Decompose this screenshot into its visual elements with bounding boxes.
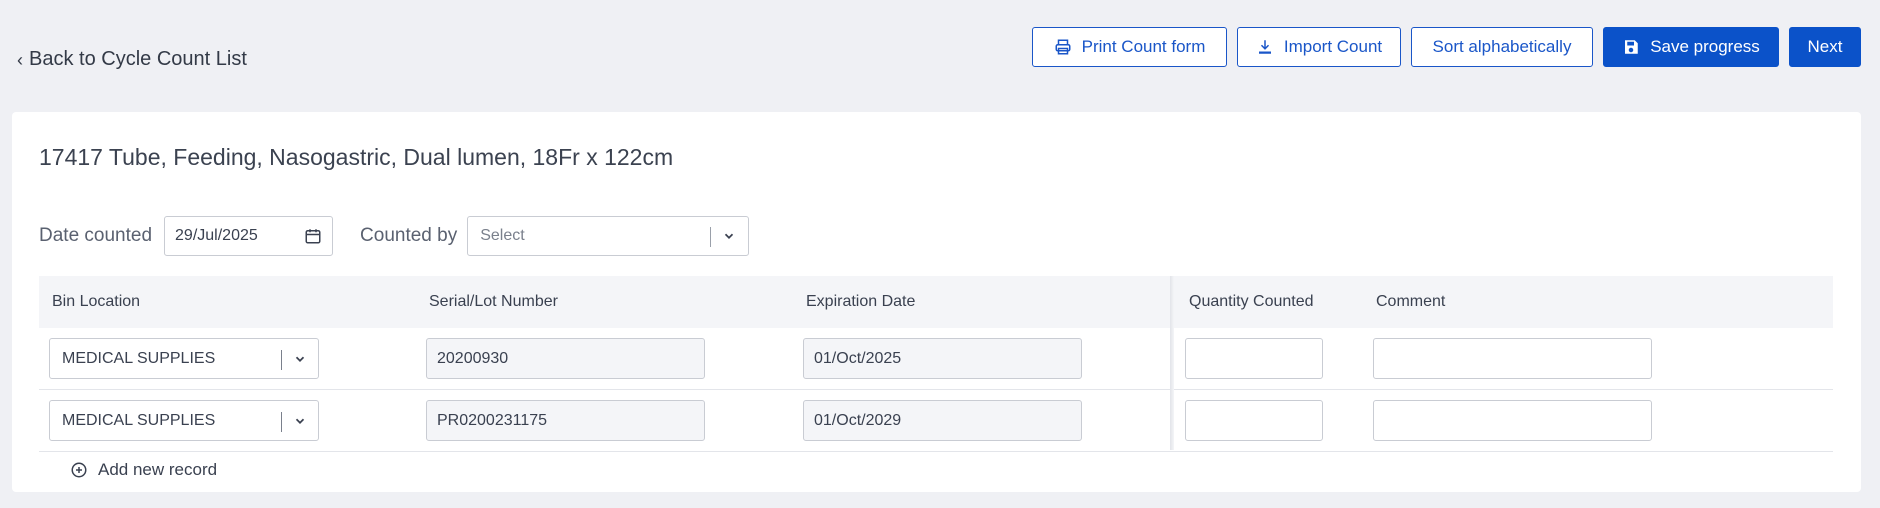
chevron-down-icon[interactable] (293, 414, 307, 428)
plus-circle-icon (71, 462, 87, 478)
date-counted-input[interactable]: 29/Jul/2025 (164, 216, 334, 256)
calendar-icon[interactable] (304, 227, 322, 245)
print-count-form-button[interactable]: Print Count form (1032, 27, 1227, 67)
expiration-date-value: 01/Oct/2025 (814, 349, 902, 367)
expiration-date-field: 01/Oct/2029 (803, 400, 1082, 441)
chevron-down-icon[interactable] (722, 229, 736, 243)
select-separator (281, 350, 282, 370)
save-label: Save progress (1650, 37, 1760, 56)
import-count-button[interactable]: Import Count (1237, 27, 1401, 67)
serial-lot-field: 20200930 (426, 338, 705, 379)
print-label: Print Count form (1081, 37, 1206, 56)
table-row: MEDICAL SUPPLIES 20200930 01/Oct/2025 (39, 328, 1833, 390)
bin-location-value: MEDICAL SUPPLIES (62, 349, 216, 367)
save-icon (1625, 40, 1638, 54)
next-label: Next (1807, 37, 1843, 56)
next-button[interactable]: Next (1789, 27, 1861, 67)
counted-by-select[interactable]: Select (467, 216, 750, 256)
header-comment: Comment (1376, 293, 1446, 310)
count-card: 17417 Tube, Feeding, Nasogastric, Dual l… (12, 112, 1861, 492)
back-to-list-link[interactable]: ‹ Back to Cycle Count List (17, 48, 247, 71)
import-label: Import Count (1283, 37, 1383, 56)
date-counted-label: Date counted (39, 225, 153, 246)
header-quantity-counted: Quantity Counted (1189, 293, 1314, 310)
comment-input[interactable] (1373, 338, 1652, 379)
table-row: MEDICAL SUPPLIES PR0200231175 01/Oct/202… (39, 390, 1833, 452)
serial-lot-value: PR0200231175 (437, 411, 548, 429)
serial-lot-field: PR0200231175 (426, 400, 705, 441)
bin-location-select[interactable]: MEDICAL SUPPLIES (49, 400, 319, 441)
add-new-record-button[interactable]: Add new record (70, 460, 217, 480)
sort-alphabetically-button[interactable]: Sort alphabetically (1411, 27, 1593, 67)
save-progress-button[interactable]: Save progress (1603, 27, 1779, 67)
table-header: Bin Location Serial/Lot Number Expiratio… (39, 276, 1833, 328)
date-counted-value: 29/Jul/2025 (175, 227, 258, 244)
bin-location-value: MEDICAL SUPPLIES (62, 411, 216, 429)
select-separator (710, 227, 712, 247)
expiration-date-field: 01/Oct/2025 (803, 338, 1082, 379)
count-table: Bin Location Serial/Lot Number Expiratio… (39, 276, 1833, 452)
chevron-left-icon: ‹ (17, 49, 23, 70)
bin-location-select[interactable]: MEDICAL SUPPLIES (49, 338, 319, 379)
count-filters: Date counted 29/Jul/2025 Counted by Sele… (39, 216, 750, 256)
printer-icon (1055, 39, 1071, 55)
chevron-down-icon[interactable] (293, 352, 307, 366)
counted-by-label: Counted by (360, 225, 458, 246)
sort-label: Sort alphabetically (1432, 37, 1572, 56)
expiration-date-value: 01/Oct/2029 (814, 411, 902, 429)
counted-by-placeholder: Select (480, 227, 525, 244)
download-icon (1258, 40, 1271, 54)
header-serial-lot: Serial/Lot Number (429, 293, 558, 310)
top-bar: ‹ Back to Cycle Count List Print Count f… (0, 0, 1880, 108)
product-title: 17417 Tube, Feeding, Nasogastric, Dual l… (39, 144, 674, 170)
add-new-record-label: Add new record (98, 460, 218, 479)
serial-lot-value: 20200930 (437, 349, 509, 367)
header-bin-location: Bin Location (52, 293, 141, 310)
action-buttons: Print Count form Import Count Sort alpha… (1032, 27, 1861, 67)
column-divider (1170, 276, 1174, 450)
quantity-counted-input[interactable] (1185, 400, 1323, 441)
select-separator (281, 412, 282, 432)
quantity-counted-input[interactable] (1185, 338, 1323, 379)
header-expiration-date: Expiration Date (806, 293, 916, 310)
back-link-label: Back to Cycle Count List (29, 48, 247, 70)
comment-input[interactable] (1373, 400, 1652, 441)
